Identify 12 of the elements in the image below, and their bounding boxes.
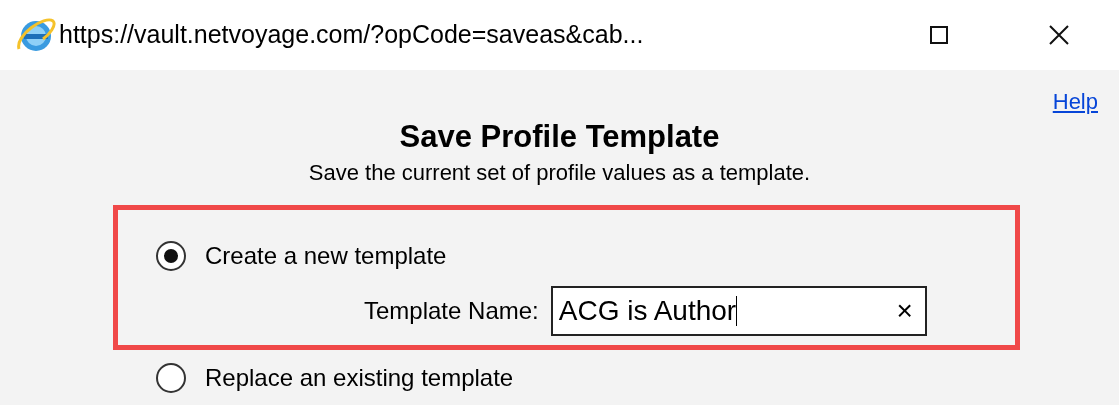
dialog-subtitle: Save the current set of profile values as a template. [307,162,812,184]
radio-button[interactable] [156,363,186,393]
option-label: Replace an existing template [205,363,514,393]
window-title: https://vault.netvoyage.com/?opCode=saveas&cab... [59,19,644,51]
clear-button[interactable]: × [890,297,919,325]
option-label: Create a new template [205,241,447,271]
close-icon [1049,25,1069,45]
help-link[interactable]: Help [1052,91,1098,113]
radio-button[interactable] [156,241,186,271]
template-name-field[interactable]: ACG is Author × [550,286,927,336]
dialog-heading: Save Profile Template [398,121,721,152]
field-label: Template Name: [364,296,539,326]
